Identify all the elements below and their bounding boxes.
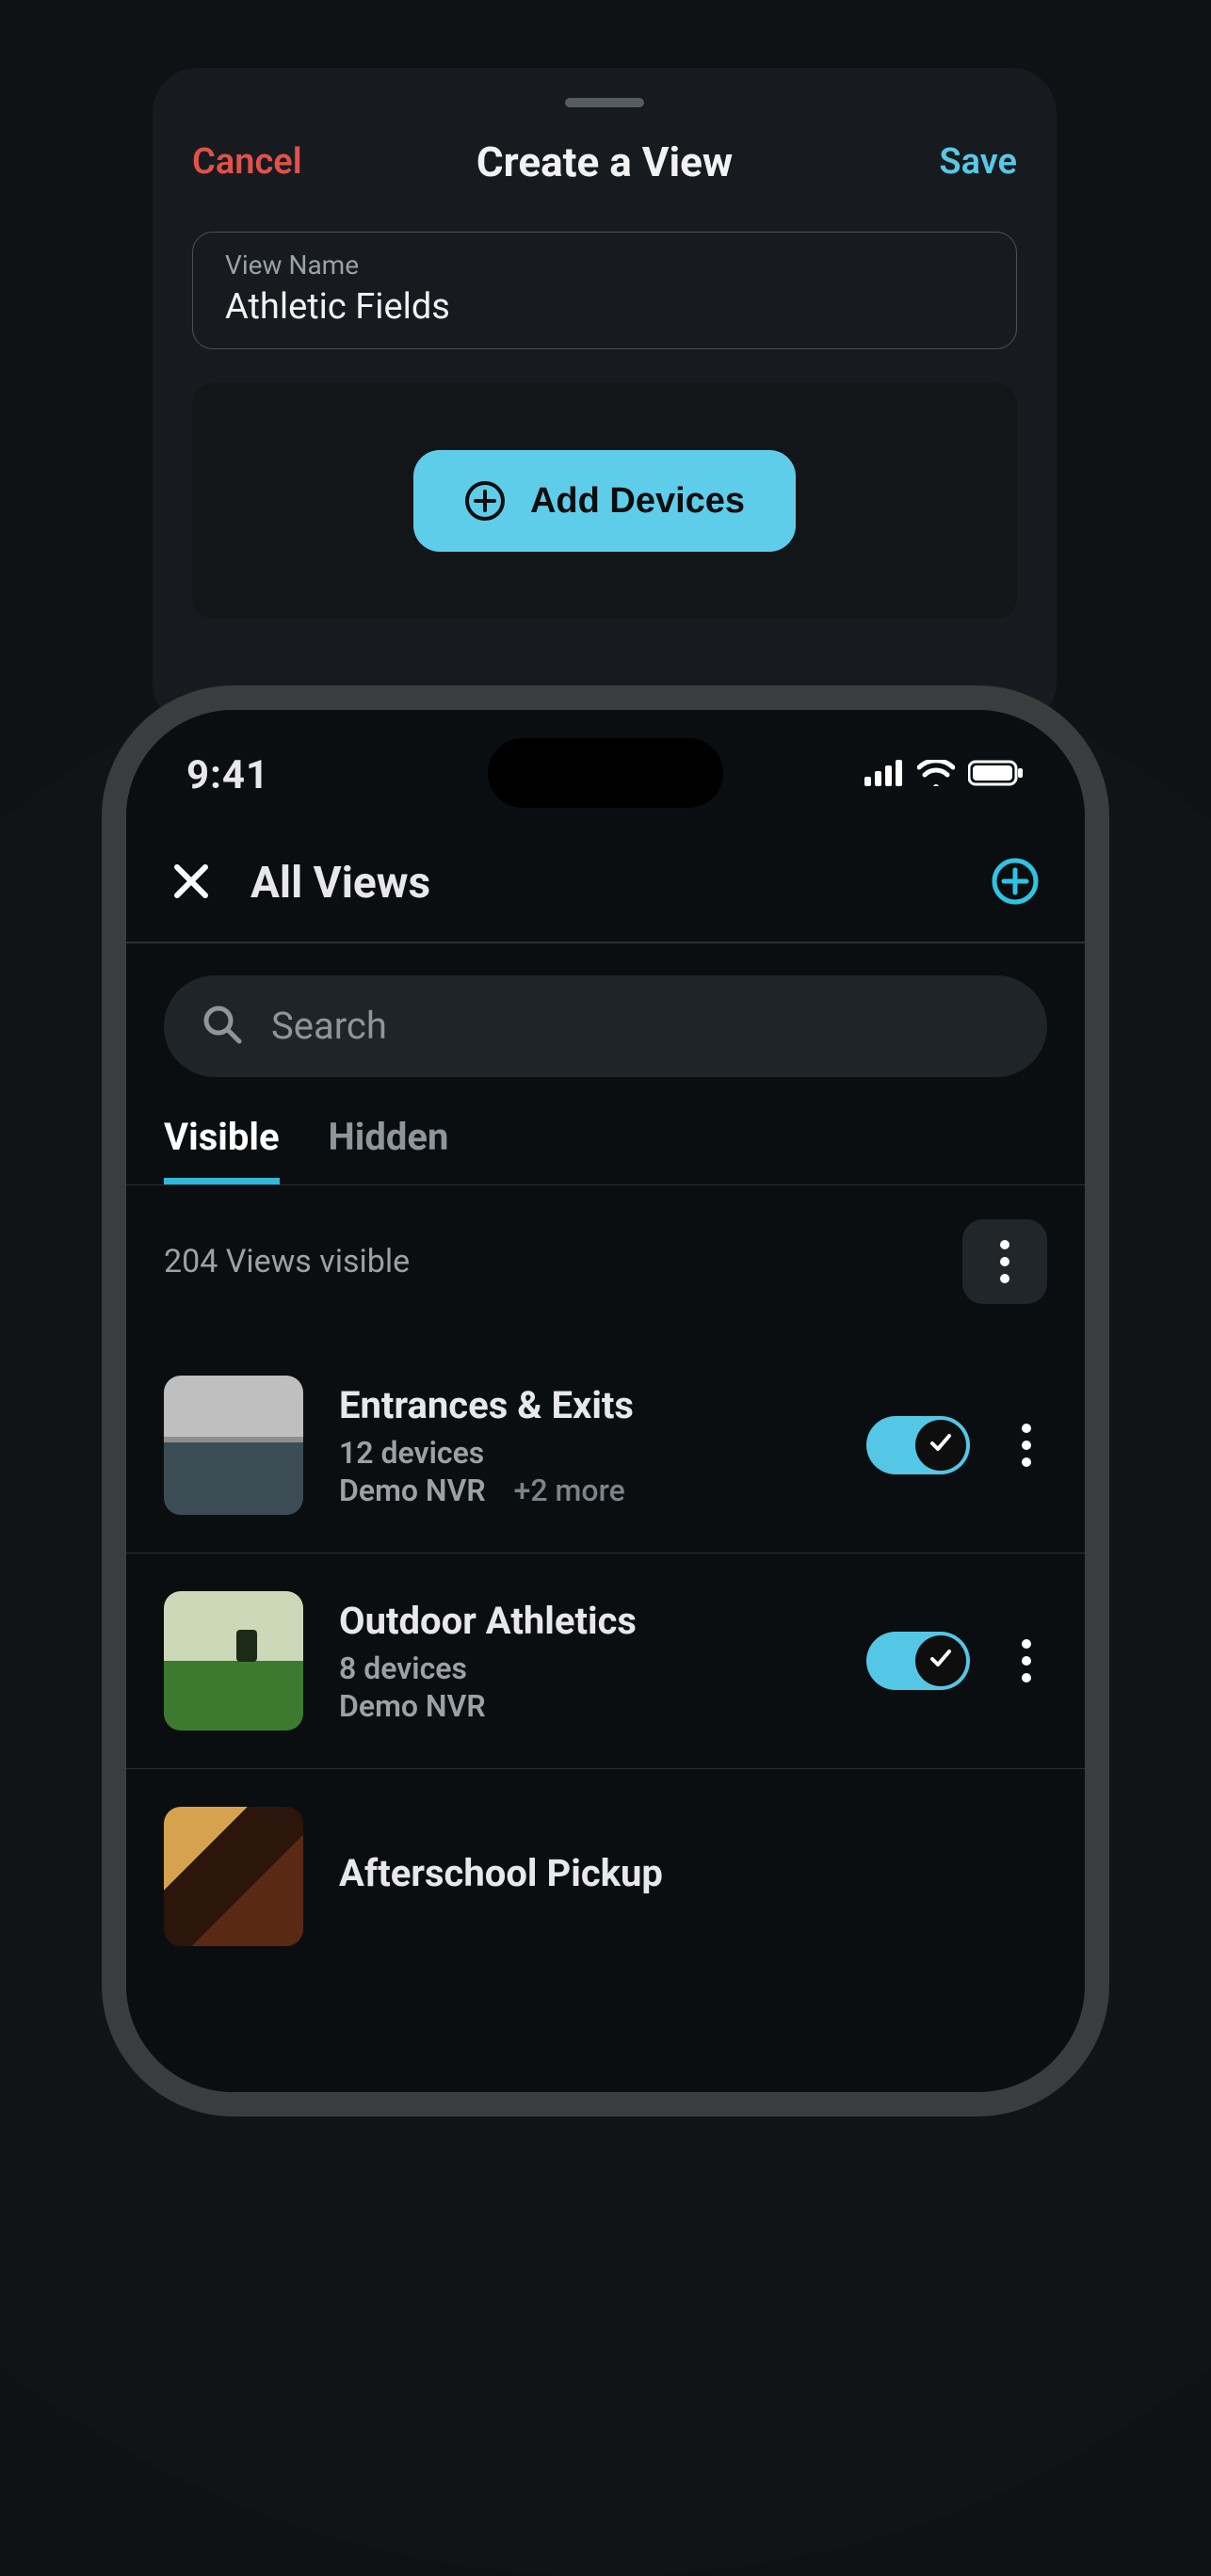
- view-row[interactable]: Afterschool Pickup: [126, 1769, 1085, 1984]
- check-icon: [928, 1647, 953, 1675]
- visibility-toggle[interactable]: [866, 1416, 970, 1474]
- toggle-knob: [915, 1420, 966, 1471]
- view-source: Demo NVR: [339, 1473, 486, 1508]
- tab-hidden[interactable]: Hidden: [329, 1115, 449, 1184]
- view-row[interactable]: Outdoor Athletics 8 devices Demo NVR: [126, 1554, 1085, 1769]
- view-title: Outdoor Athletics: [339, 1599, 831, 1643]
- cellular-icon: [864, 760, 904, 790]
- view-source-line: Demo NVR: [339, 1688, 831, 1724]
- view-name-field[interactable]: View Name Athletic Fields: [192, 232, 1017, 349]
- add-devices-panel: Add Devices: [192, 383, 1017, 619]
- visible-count: 204 Views visible: [164, 1243, 410, 1280]
- sheet-drag-handle[interactable]: [565, 98, 644, 107]
- status-time: 9:41: [186, 752, 269, 798]
- visibility-toggle[interactable]: [866, 1632, 970, 1690]
- list-more-button[interactable]: [962, 1219, 1047, 1304]
- save-button[interactable]: Save: [895, 141, 1017, 183]
- tabs: Visible Hidden: [126, 1115, 1085, 1184]
- view-title: Entrances & Exits: [339, 1383, 831, 1427]
- phone-frame: 9:41: [102, 685, 1109, 2117]
- row-more-button[interactable]: [1006, 1639, 1047, 1682]
- sheet-title: Create a View: [315, 137, 895, 186]
- view-name-value[interactable]: Athletic Fields: [225, 286, 984, 328]
- view-source-extra: +2 more: [514, 1473, 625, 1508]
- add-view-icon[interactable]: [991, 857, 1040, 910]
- search-icon: [202, 1004, 243, 1049]
- check-icon: [928, 1431, 953, 1459]
- view-name-label: View Name: [225, 250, 984, 281]
- cancel-button[interactable]: Cancel: [192, 141, 315, 183]
- more-vertical-icon: [1022, 1639, 1031, 1682]
- dynamic-island: [488, 738, 723, 808]
- sheet-header: Cancel Create a View Save: [192, 137, 1017, 186]
- add-devices-button[interactable]: Add Devices: [413, 450, 796, 552]
- plus-circle-icon: [464, 480, 506, 522]
- more-vertical-icon: [1022, 1424, 1031, 1467]
- add-devices-label: Add Devices: [530, 481, 745, 522]
- list-meta: 204 Views visible: [126, 1185, 1085, 1338]
- view-source-line: Demo NVR +2 more: [339, 1473, 831, 1508]
- search-input[interactable]: Search: [164, 975, 1047, 1077]
- view-device-count: 12 devices: [339, 1435, 831, 1471]
- view-row[interactable]: Entrances & Exits 12 devices Demo NVR +2…: [126, 1338, 1085, 1554]
- view-source: Demo NVR: [339, 1688, 486, 1724]
- battery-icon: [968, 760, 1025, 790]
- toggle-knob: [915, 1635, 966, 1686]
- create-view-sheet: Cancel Create a View Save View Name Athl…: [153, 68, 1057, 727]
- view-device-count: 8 devices: [339, 1650, 831, 1686]
- view-title: Afterschool Pickup: [339, 1851, 1047, 1895]
- screen-title: All Views: [250, 858, 430, 909]
- search-placeholder: Search: [271, 1004, 387, 1048]
- close-icon[interactable]: [171, 861, 211, 905]
- row-more-button[interactable]: [1006, 1424, 1047, 1467]
- screen-titlebar: All Views: [126, 813, 1085, 942]
- view-thumbnail: [164, 1376, 303, 1515]
- view-thumbnail: [164, 1591, 303, 1731]
- tab-visible[interactable]: Visible: [164, 1115, 280, 1184]
- view-thumbnail: [164, 1807, 303, 1946]
- more-vertical-icon: [1000, 1240, 1009, 1283]
- wifi-icon: [917, 760, 955, 790]
